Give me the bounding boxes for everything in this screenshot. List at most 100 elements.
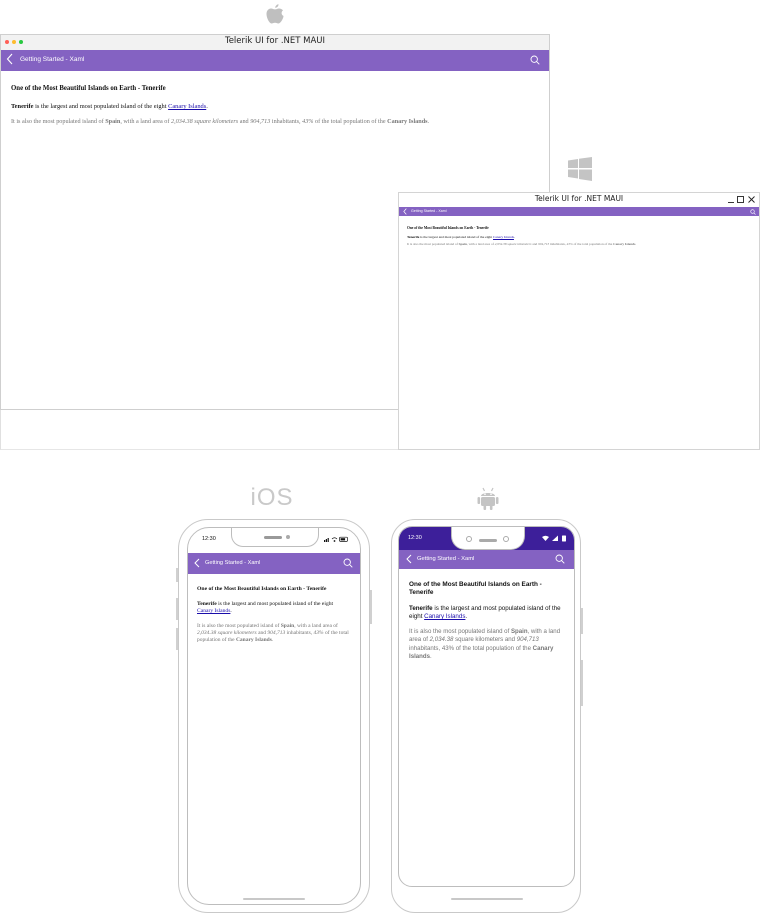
italic-area: 2,034.38 square kilometers	[494, 242, 532, 246]
p2-end: .	[635, 242, 637, 246]
article-heading: One of the Most Beautiful Islands on Ear…	[197, 586, 327, 592]
italic-area: 2,034.38 square kilometers	[197, 629, 257, 636]
back-chevron-icon[interactable]	[403, 208, 407, 215]
bold-spain: Spain	[458, 242, 467, 246]
ios-screen: 12:30 Getting Started - Xaml One of the …	[187, 527, 361, 905]
maximize-icon[interactable]	[737, 196, 744, 203]
p2-end: .	[427, 118, 430, 125]
p2-b: , with a land area of	[294, 622, 338, 629]
android-status-icons	[542, 535, 568, 542]
bold-canary: Canary Islands	[235, 637, 272, 644]
canary-islands-link[interactable]: Canary Islands	[168, 103, 206, 110]
ios-status-icons	[324, 536, 350, 543]
ios-side-button	[176, 628, 178, 650]
italic-inhabitants: 904,713	[538, 242, 550, 246]
italic-inhabitants: 904,713	[267, 629, 286, 636]
bold-canary: Canary Islands	[387, 118, 428, 125]
bold-tenerife: Tenerife	[11, 103, 34, 110]
canary-islands-link[interactable]: Canary Islands	[197, 608, 230, 614]
window-title: Telerik UI for .NET MAUI	[534, 194, 624, 203]
android-notch	[451, 527, 525, 550]
back-chevron-icon[interactable]	[6, 53, 14, 65]
bold-tenerife: Tenerife	[407, 235, 420, 239]
mac-title-bar: Telerik UI for .NET MAUI	[1, 35, 549, 50]
p2-d: inhabitants,	[285, 629, 314, 636]
ios-status-time: 12:30	[202, 536, 216, 542]
p2-a: It is also the most populated island of	[409, 628, 511, 636]
window-title: Telerik UI for .NET MAUI	[224, 36, 326, 46]
apple-logo-icon	[264, 2, 286, 26]
close-icon[interactable]	[748, 196, 755, 203]
minimize-icon[interactable]	[728, 195, 734, 204]
back-chevron-icon[interactable]	[194, 558, 200, 568]
back-chevron-icon[interactable]	[406, 554, 412, 564]
p2-a: It is also the most populated island of	[407, 242, 459, 246]
italic-area: 2,034.38 square kilometers	[171, 118, 239, 125]
android-sensor	[503, 536, 509, 542]
p2-c: and	[238, 118, 251, 125]
ios-side-button	[370, 590, 372, 624]
p2-d: inhabitants,	[270, 118, 303, 125]
bold-spain: Spain	[105, 118, 121, 125]
nav-title: Getting Started - Xaml	[205, 560, 261, 566]
italic-area: 2,034.38	[429, 636, 454, 644]
p2-end: .	[430, 652, 432, 660]
paragraph-2: It is also the most populated island of …	[407, 242, 756, 246]
windows-logo-icon	[568, 157, 592, 181]
ios-notch	[231, 528, 319, 547]
search-icon[interactable]	[530, 55, 540, 65]
ios-speaker	[264, 536, 282, 539]
nav-bar: Getting Started - Xaml	[1, 50, 549, 71]
android-speaker	[479, 539, 497, 542]
p2-c: and	[256, 629, 268, 636]
p2-e: of the total population of the	[572, 242, 614, 246]
p2-end: .	[271, 637, 274, 644]
bold-tenerife: Tenerife	[409, 605, 433, 612]
paragraph-1: Tenerife is the largest and most populat…	[197, 601, 350, 616]
bold-spain: Spain	[280, 622, 295, 629]
home-indicator	[243, 898, 305, 900]
android-camera	[466, 536, 472, 542]
ios-platform-label: iOS	[250, 484, 294, 511]
p2-b: , with a land area of	[466, 242, 495, 246]
search-icon[interactable]	[343, 558, 353, 568]
search-icon[interactable]	[750, 208, 756, 215]
nav-bar: Getting Started - Xaml	[399, 550, 574, 569]
bold-canary: Canary Islands	[613, 242, 636, 246]
article-heading: One of the Most Beautiful Islands on Ear…	[409, 581, 542, 596]
nav-title: Getting Started - Xaml	[20, 56, 85, 63]
home-indicator	[451, 898, 523, 900]
nav-bar: Getting Started - Xaml	[188, 553, 360, 574]
p2-d: inhabitants, 43% of the total population…	[409, 644, 533, 652]
p2-b: , with a land area of	[120, 118, 172, 125]
nav-title: Getting Started - Xaml	[411, 208, 447, 213]
p1-end: .	[465, 613, 468, 621]
italic-inhabitants: 904,713	[516, 636, 539, 644]
android-status-time: 12:30	[408, 535, 422, 541]
bold-tenerife: Tenerife	[197, 601, 217, 607]
paragraph-1: Tenerife is the largest and most populat…	[11, 103, 543, 110]
canary-islands-link[interactable]: Canary Islands	[493, 235, 514, 239]
p1-end: .	[513, 235, 515, 239]
canary-islands-link[interactable]: Canary Islands	[424, 613, 465, 620]
bold-spain: Spain	[510, 628, 528, 636]
search-icon[interactable]	[555, 554, 565, 564]
windows-app-window: Telerik UI for .NET MAUI Getting Started…	[398, 192, 760, 450]
mac-window-shadow	[0, 410, 398, 450]
article-content: One of the Most Beautiful Islands on Ear…	[197, 586, 350, 645]
paragraph-2: It is also the most populated island of …	[11, 118, 543, 125]
nav-bar: Getting Started - Xaml	[399, 207, 759, 216]
article-heading: One of the Most Beautiful Islands on Ear…	[407, 226, 489, 230]
windows-title-bar: Telerik UI for .NET MAUI	[399, 193, 759, 207]
italic-percent: 43%	[313, 629, 324, 636]
p2-a: It is also the most populated island of	[197, 622, 281, 629]
article-heading: One of the Most Beautiful Islands on Ear…	[11, 85, 166, 92]
ios-camera	[286, 535, 290, 539]
ios-side-button	[176, 568, 178, 582]
ios-side-button	[176, 598, 178, 620]
android-logo-icon	[477, 487, 499, 511]
android-side-button	[581, 660, 583, 706]
article-content: One of the Most Beautiful Islands on Ear…	[11, 85, 543, 125]
p2-e: of the total population of the	[313, 118, 388, 125]
p2-c: square kilometers and	[453, 636, 517, 644]
